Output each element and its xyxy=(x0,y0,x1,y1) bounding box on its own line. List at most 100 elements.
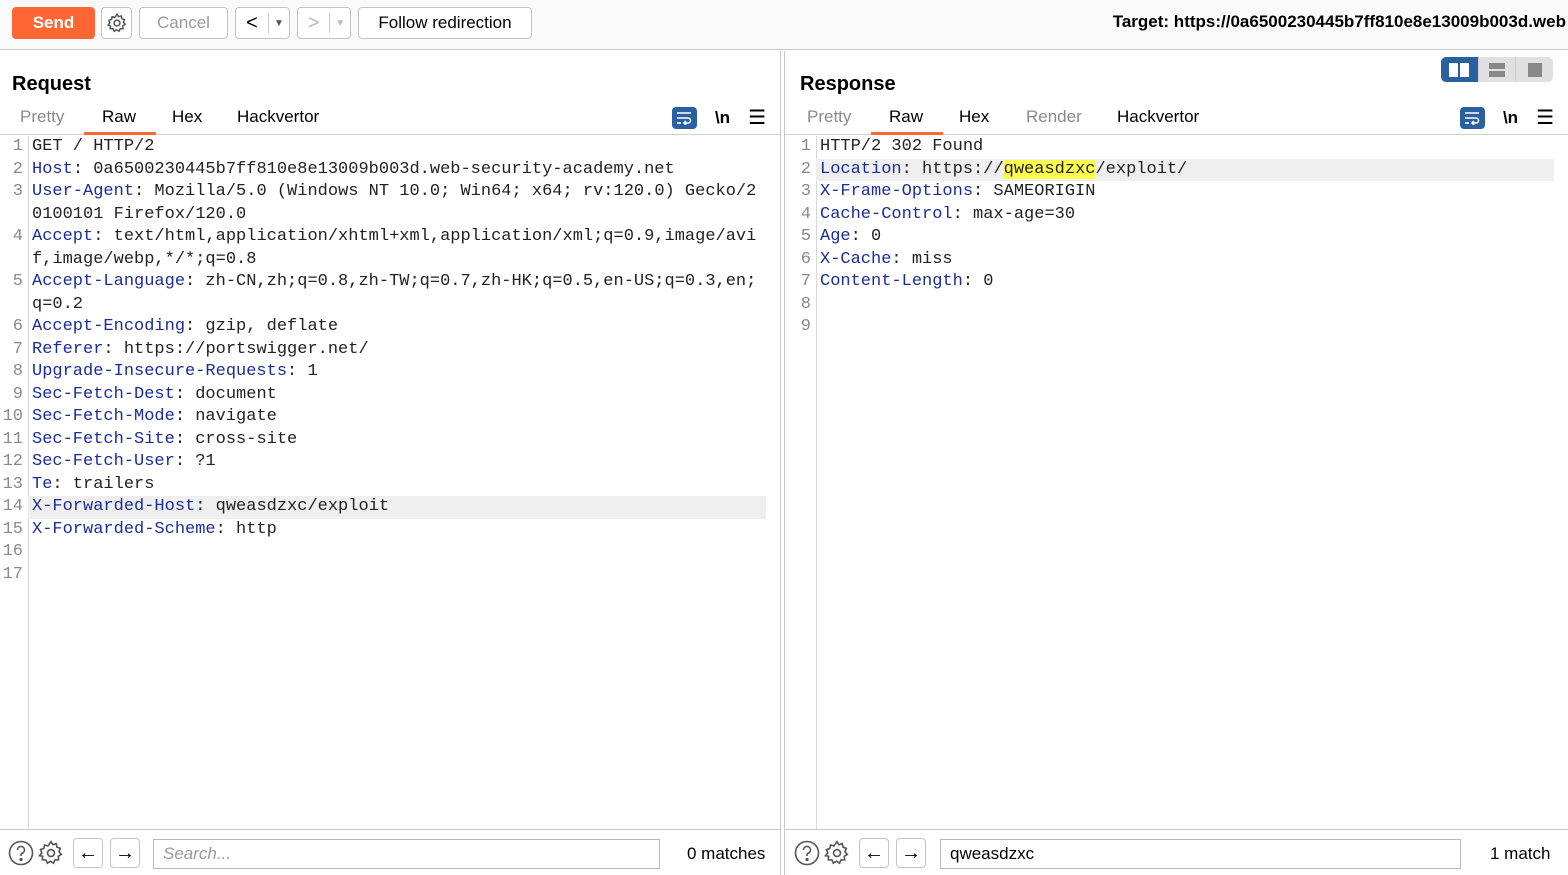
back-dropdown-icon[interactable]: ▼ xyxy=(269,8,289,38)
tab-raw[interactable]: Raw xyxy=(870,107,944,135)
arrow-left-icon[interactable]: ← xyxy=(73,838,103,868)
header-name: Accept xyxy=(32,227,94,246)
code-line[interactable]: 7 Content-Length: 0 xyxy=(785,271,1568,294)
header-value: : 1 xyxy=(287,362,318,381)
line-content: Content-Length: 0 xyxy=(816,271,1554,294)
code-line[interactable]: 9 xyxy=(785,316,1568,339)
line-content: Accept-Encoding: gzip, deflate xyxy=(28,316,766,339)
tab-raw[interactable]: Raw xyxy=(83,107,157,135)
follow-redirection-button[interactable]: Follow redirection xyxy=(358,7,532,39)
line-number: 12 xyxy=(2,452,23,471)
forward-dropdown-icon[interactable]: ▼ xyxy=(330,8,350,38)
response-search-input[interactable] xyxy=(940,839,1461,869)
gear-icon[interactable] xyxy=(37,839,65,867)
header-value: : miss xyxy=(891,249,953,269)
line-number: 2 xyxy=(800,159,811,179)
gear-icon[interactable] xyxy=(823,839,851,867)
columns-icon xyxy=(1449,62,1470,77)
send-button[interactable]: Send xyxy=(12,7,95,39)
line-content: X-Forwarded-Host: qweasdzxc/exploit xyxy=(28,496,766,519)
line-number: 1 xyxy=(800,137,811,156)
tab-render[interactable]: Render xyxy=(1024,107,1084,135)
code-line[interactable]: 17 xyxy=(0,564,780,587)
code-line[interactable]: 13 Te: trailers xyxy=(0,474,780,497)
code-line[interactable]: 9 Sec-Fetch-Dest: document xyxy=(0,384,780,407)
code-line[interactable]: 8 Upgrade-Insecure-Requests: 1 xyxy=(0,361,780,384)
newline-toggle-icon[interactable]: \n xyxy=(715,108,730,128)
response-editor[interactable]: 1 HTTP/2 302 Found 2 Location: https://qwea… xyxy=(785,136,1568,830)
code-line[interactable]: 7 Referer: https://portswigger.net/ xyxy=(0,339,780,362)
search-match-highlight: qweasdzxc xyxy=(1003,159,1096,179)
header-value: : ?1 xyxy=(174,452,216,471)
line-content: Sec-Fetch-User: ?1 xyxy=(28,451,766,474)
cancel-button[interactable]: Cancel xyxy=(139,7,228,39)
code-line[interactable]: 8 xyxy=(785,294,1568,317)
tab-hex[interactable]: Hex xyxy=(957,107,991,135)
word-wrap-icon[interactable] xyxy=(671,106,697,129)
tab-hackvertor[interactable]: Hackvertor xyxy=(1115,107,1201,135)
code-line[interactable]: 5 Accept-Language: zh-CN,zh;q=0.8,zh-TW;q… xyxy=(0,271,780,316)
header-value: : SAMEORIGIN xyxy=(973,182,1096,201)
code-line[interactable]: 5 Age: 0 xyxy=(785,226,1568,249)
line-number: 16 xyxy=(2,542,23,561)
request-search-input[interactable] xyxy=(153,839,660,869)
code-line[interactable]: 1 HTTP/2 302 Found xyxy=(785,136,1568,159)
line-content: Host: 0a6500230445b7ff810e8e13009b003d.w… xyxy=(28,159,766,182)
newline-toggle-icon[interactable]: \n xyxy=(1503,108,1518,128)
word-wrap-icon[interactable] xyxy=(1459,106,1485,129)
header-name: Cache-Control xyxy=(820,204,953,224)
code-line[interactable]: 15 X-Forwarded-Scheme: http xyxy=(0,519,780,542)
target-url[interactable]: Target: https://0a6500230445b7ff810e8e13… xyxy=(1113,12,1566,32)
header-value: : qweasdzxc/exploit xyxy=(195,497,390,516)
line-number: 6 xyxy=(800,249,811,269)
code-line[interactable]: 1 GET / HTTP/2 xyxy=(0,136,780,159)
code-line[interactable]: 6 X-Cache: miss xyxy=(785,249,1568,272)
line-content: X-Forwarded-Scheme: http xyxy=(28,519,766,542)
single-pane-icon xyxy=(1527,62,1542,77)
line-content: Location: https://qweasdzxc/exploit/ xyxy=(816,158,1554,181)
header-value: /exploit/ xyxy=(1095,159,1188,179)
code-line[interactable]: 10 Sec-Fetch-Mode: navigate xyxy=(0,406,780,429)
code-line[interactable]: 3 User-Agent: Mozilla/5.0 (Windows NT 10.… xyxy=(0,181,780,226)
arrow-right-icon[interactable]: → xyxy=(896,838,926,868)
tab-pretty[interactable]: Pretty xyxy=(18,107,66,135)
code-line[interactable]: 2 Location: https://qweasdzxc/exploit/ xyxy=(785,158,1568,181)
layout-side-by-side-button[interactable] xyxy=(1441,57,1479,82)
back-arrow-icon[interactable]: < xyxy=(236,8,268,38)
arrow-right-icon[interactable]: → xyxy=(110,838,140,868)
code-line[interactable]: 16 xyxy=(0,541,780,564)
tab-pretty[interactable]: Pretty xyxy=(805,107,853,135)
code-line[interactable]: 6 Accept-Encoding: gzip, deflate xyxy=(0,316,780,339)
tab-hex[interactable]: Hex xyxy=(170,107,204,135)
request-editor[interactable]: 1 GET / HTTP/2 2 Host: 0a6500230445b7ff810e… xyxy=(0,136,780,830)
code-line[interactable]: 12 Sec-Fetch-User: ?1 xyxy=(0,451,780,474)
menu-icon[interactable]: ☰ xyxy=(748,105,766,130)
header-value: : navigate xyxy=(174,407,277,426)
help-icon[interactable] xyxy=(7,839,35,867)
code-line[interactable]: 14 X-Forwarded-Host: qweasdzxc/exploit xyxy=(0,496,780,519)
gear-icon xyxy=(106,12,126,33)
settings-button[interactable] xyxy=(101,7,132,39)
history-forward-button[interactable]: > ▼ xyxy=(297,7,351,39)
code-line[interactable]: 2 Host: 0a6500230445b7ff810e8e13009b003d.… xyxy=(0,159,780,182)
code-line[interactable]: 4 Cache-Control: max-age=30 xyxy=(785,204,1568,227)
menu-icon[interactable]: ☰ xyxy=(1536,105,1554,130)
code-line[interactable]: 11 Sec-Fetch-Site: cross-site xyxy=(0,429,780,452)
code-line[interactable]: 4 Accept: text/html,application/xhtml+xml… xyxy=(0,226,780,271)
forward-arrow-icon[interactable]: > xyxy=(298,8,329,38)
line-content: Sec-Fetch-Mode: navigate xyxy=(28,406,766,429)
line-number: 10 xyxy=(2,407,23,426)
history-back-button[interactable]: < ▼ xyxy=(235,7,290,39)
header-name: Accept-Language xyxy=(32,272,186,291)
arrow-left-icon[interactable]: ← xyxy=(859,838,889,868)
help-icon[interactable] xyxy=(793,839,821,867)
header-name: Sec-Fetch-Dest xyxy=(32,384,175,404)
code-line[interactable]: 3 X-Frame-Options: SAMEORIGIN xyxy=(785,181,1568,204)
tab-hackvertor[interactable]: Hackvertor xyxy=(235,107,321,135)
line-number: 3 xyxy=(800,182,811,201)
header-name: X-Cache xyxy=(820,249,892,269)
header-name: X-Forwarded-Scheme xyxy=(32,519,216,539)
layout-tabs-button[interactable] xyxy=(1516,57,1553,82)
line-content: Upgrade-Insecure-Requests: 1 xyxy=(28,361,766,384)
layout-stacked-button[interactable] xyxy=(1479,57,1517,82)
